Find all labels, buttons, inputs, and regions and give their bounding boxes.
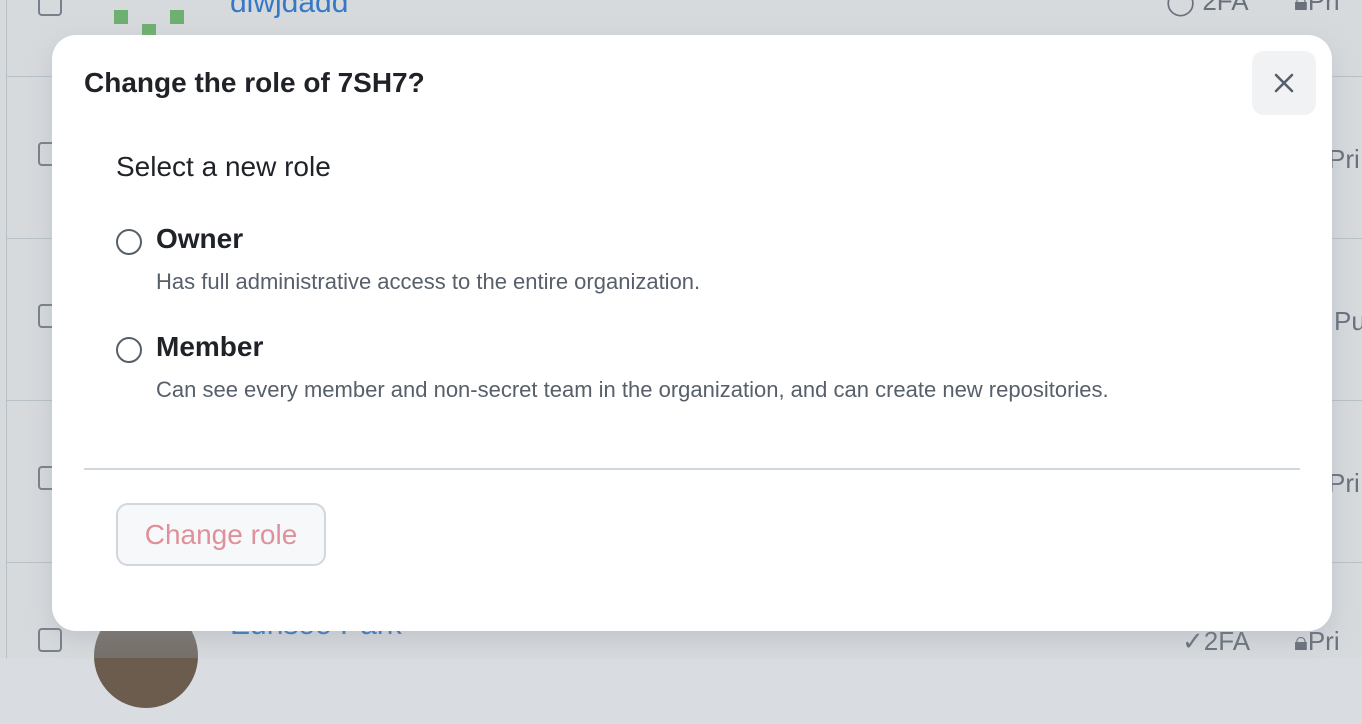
role-legend: Select a new role [116, 151, 331, 182]
member-description: Can see every member and non-secret team… [156, 377, 1109, 402]
owner-description: Has full administrative access to the en… [156, 269, 701, 294]
change-role-dialog: Change the role of 7SH7? Select a new ro… [52, 35, 1332, 631]
close-icon [1274, 73, 1294, 93]
owner-label[interactable]: Owner [156, 223, 243, 255]
member-radio[interactable] [116, 337, 142, 363]
member-label[interactable]: Member [156, 331, 263, 363]
dialog-title: Change the role of 7SH7? [84, 67, 425, 98]
dialog-divider [84, 468, 1300, 470]
change-role-button[interactable]: Change role [116, 503, 326, 566]
owner-radio[interactable] [116, 229, 142, 255]
close-button[interactable] [1252, 51, 1316, 115]
